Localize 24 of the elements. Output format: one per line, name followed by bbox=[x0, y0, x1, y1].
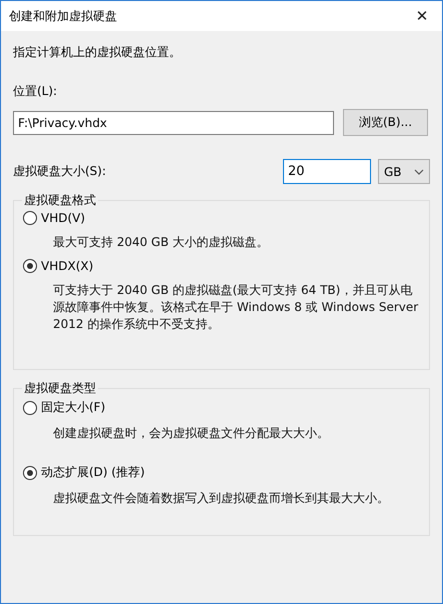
radio-option[interactable]: 固定大小(F) bbox=[23, 399, 421, 416]
option-description: 创建虚拟硬盘时，会为虚拟硬盘文件分配最大大小。 bbox=[53, 425, 330, 442]
radio-button[interactable] bbox=[23, 259, 37, 273]
size-field[interactable]: 20 bbox=[283, 159, 371, 184]
option-description: 可支持大于 2040 GB 的虚拟磁盘(最大可支持 64 TB)，并且可从电源故障事件中恢复。该格式在早于 Windows 8 或 Windows Server 2012 的操作系统中不受支持。 bbox=[53, 282, 420, 333]
radio-button[interactable] bbox=[23, 466, 37, 480]
radio-option[interactable]: VHDX(X) bbox=[23, 259, 421, 273]
chevron-down-icon bbox=[414, 168, 424, 174]
radio-button[interactable] bbox=[23, 400, 37, 414]
option-description: 最大可支持 2040 GB 大小的虚拟磁盘。 bbox=[53, 234, 270, 251]
radio-button[interactable] bbox=[23, 211, 37, 225]
window-title: 创建和附加虚拟硬盘 bbox=[8, 8, 117, 24]
size-label: 虚拟硬盘大小(S): bbox=[13, 163, 108, 180]
radio-option[interactable]: 动态扩展(D) (推荐) bbox=[23, 464, 421, 481]
close-button[interactable]: ✕ bbox=[402, 1, 442, 31]
group-title: 虚拟硬盘类型 bbox=[22, 380, 98, 397]
intro-text: 指定计算机上的虚拟硬盘位置。 bbox=[13, 44, 182, 61]
location-field[interactable]: F:\Privacy.vhdx bbox=[13, 110, 334, 134]
group-title: 虚拟硬盘格式 bbox=[22, 192, 98, 209]
browse-button[interactable]: 浏览(B)... bbox=[343, 109, 428, 136]
option-description: 虚拟硬盘文件会随着数据写入到虚拟硬盘而增长到其最大大小。 bbox=[53, 490, 390, 507]
radio-option[interactable]: VHD(V) bbox=[23, 211, 421, 225]
unit-dropdown[interactable]: GB bbox=[378, 159, 430, 184]
location-label: 位置(L): bbox=[13, 83, 58, 100]
